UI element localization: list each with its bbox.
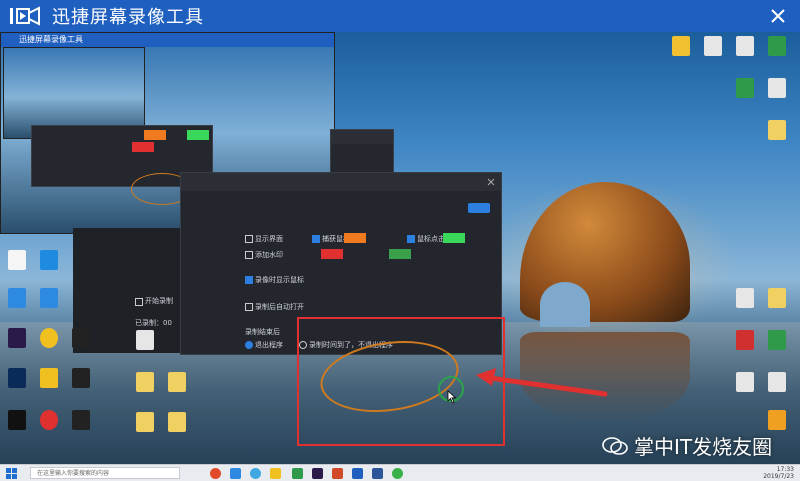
nested-titlebar: 迅捷屏幕录像工具 [1, 33, 334, 47]
elapsed-time-label: 已录制：00 [135, 319, 172, 327]
clock-time: 17:33 [776, 466, 794, 473]
powerpoint-icon[interactable] [332, 468, 343, 479]
show-ui-label: 显示界面 [255, 235, 283, 243]
cursor-color-swatch[interactable] [344, 233, 366, 243]
right-click-color-swatch[interactable] [389, 249, 411, 259]
watermark-checkbox[interactable] [245, 251, 253, 259]
close-icon [771, 9, 785, 23]
taskbar-app-icon[interactable] [250, 468, 261, 479]
desktop-file-icon[interactable] [768, 78, 786, 98]
wechat-icon [602, 436, 628, 455]
desktop-app-icon[interactable] [768, 410, 786, 430]
word-icon[interactable] [372, 468, 383, 479]
wechat-taskbar-icon[interactable] [392, 468, 403, 479]
desktop-file-icon[interactable] [168, 412, 186, 432]
chrome-icon[interactable] [210, 468, 221, 479]
show-cursor-label: 录像时显示鼠标 [255, 276, 304, 284]
desktop-file-icon[interactable] [736, 372, 754, 392]
desktop-folder-icon[interactable] [672, 36, 690, 56]
desktop-excel-icon[interactable] [768, 36, 786, 56]
nested-orange-swatch [144, 130, 166, 140]
qq-icon[interactable] [40, 328, 58, 348]
desktop-app-icon[interactable] [40, 250, 58, 270]
desktop-file-icon[interactable] [136, 372, 154, 392]
cursor-icon [447, 390, 457, 404]
start-recording-checkbox[interactable] [135, 298, 143, 306]
taskbar-clock[interactable]: 17:33 2019/7/23 [763, 466, 794, 480]
desktop-app-icon[interactable] [8, 288, 26, 308]
desktop-file-icon[interactable] [168, 372, 186, 392]
desktop-app-icon[interactable] [8, 410, 26, 430]
windows-start-icon[interactable] [6, 468, 17, 479]
nested-red-swatch [132, 142, 154, 152]
watermark: 掌中IT发烧友圈 [602, 431, 772, 460]
settings-panel-header [181, 173, 501, 191]
start-recording-label: 开始录制 [145, 297, 173, 305]
desktop-pdf-icon[interactable] [704, 36, 722, 56]
exit-program-label: 退出程序 [255, 341, 283, 349]
desktop-file-icon[interactable] [136, 330, 154, 350]
show-ui-checkbox[interactable] [245, 235, 253, 243]
desktop-file-icon[interactable] [768, 372, 786, 392]
watermark-label: 添加水印 [255, 251, 283, 259]
desktop-app-icon[interactable] [72, 368, 90, 388]
music-app-icon[interactable] [40, 410, 58, 430]
close-button[interactable] [766, 4, 790, 28]
save-button[interactable] [468, 203, 490, 213]
click-effect-checkbox[interactable] [407, 235, 415, 243]
desktop-file-icon[interactable] [768, 288, 786, 308]
auto-open-label: 录制后自动打开 [255, 303, 304, 311]
red-arrow-icon [476, 368, 608, 397]
photoshop-icon[interactable] [8, 368, 26, 388]
rock-arch-opening [540, 282, 590, 327]
desktop-app-icon[interactable] [40, 368, 58, 388]
taskbar-search-input[interactable]: 在这里输入你要搜索的内容 [30, 467, 180, 479]
capture-cursor-checkbox[interactable] [312, 235, 320, 243]
show-cursor-checkbox[interactable] [245, 276, 253, 284]
desktop-app-icon[interactable] [736, 330, 754, 350]
exit-program-radio[interactable] [245, 341, 253, 349]
screen-preview: 迅捷屏幕录像工具 开始录制 已录制：00 显示界面 捕获鼠标 鼠标点击 添加水印… [0, 32, 800, 481]
taskbar-app-icon[interactable] [312, 468, 323, 479]
desktop-excel-icon[interactable] [768, 330, 786, 350]
folder-icon[interactable] [270, 468, 281, 479]
desktop-app-icon[interactable] [72, 328, 90, 348]
taskbar: 在这里输入你要搜索的内容 17:33 2019/7/23 [0, 464, 800, 481]
watermark-text: 掌中IT发烧友圈 [634, 435, 773, 459]
click-effect-label: 鼠标点击 [417, 235, 445, 243]
window-header [331, 130, 393, 144]
click-color-swatch[interactable] [443, 233, 465, 243]
clock-date: 2019/7/23 [763, 473, 794, 480]
left-click-color-swatch[interactable] [321, 249, 343, 259]
premiere-icon[interactable] [8, 328, 26, 348]
app-title: 迅捷屏幕录像工具 [52, 7, 204, 28]
desktop-file-icon[interactable] [736, 288, 754, 308]
desktop-app-icon[interactable] [8, 250, 26, 270]
auto-open-checkbox[interactable] [245, 303, 253, 311]
desktop-excel-icon[interactable] [736, 78, 754, 98]
recorder-app-icon[interactable] [352, 468, 363, 479]
excel-icon[interactable] [292, 468, 303, 479]
after-recording-label: 录制结束后 [245, 328, 280, 336]
desktop-file-icon[interactable] [136, 412, 154, 432]
video-camera-icon [8, 5, 42, 27]
desktop-app-icon[interactable] [72, 410, 90, 430]
desktop-file-icon[interactable] [736, 36, 754, 56]
nested-green-swatch [187, 130, 209, 140]
app-titlebar: 迅捷屏幕录像工具 [0, 0, 800, 32]
desktop-file-icon[interactable] [768, 120, 786, 140]
panel-close-icon[interactable] [487, 178, 495, 186]
taskbar-app-icon[interactable] [230, 468, 241, 479]
desktop-app-icon[interactable] [40, 288, 58, 308]
